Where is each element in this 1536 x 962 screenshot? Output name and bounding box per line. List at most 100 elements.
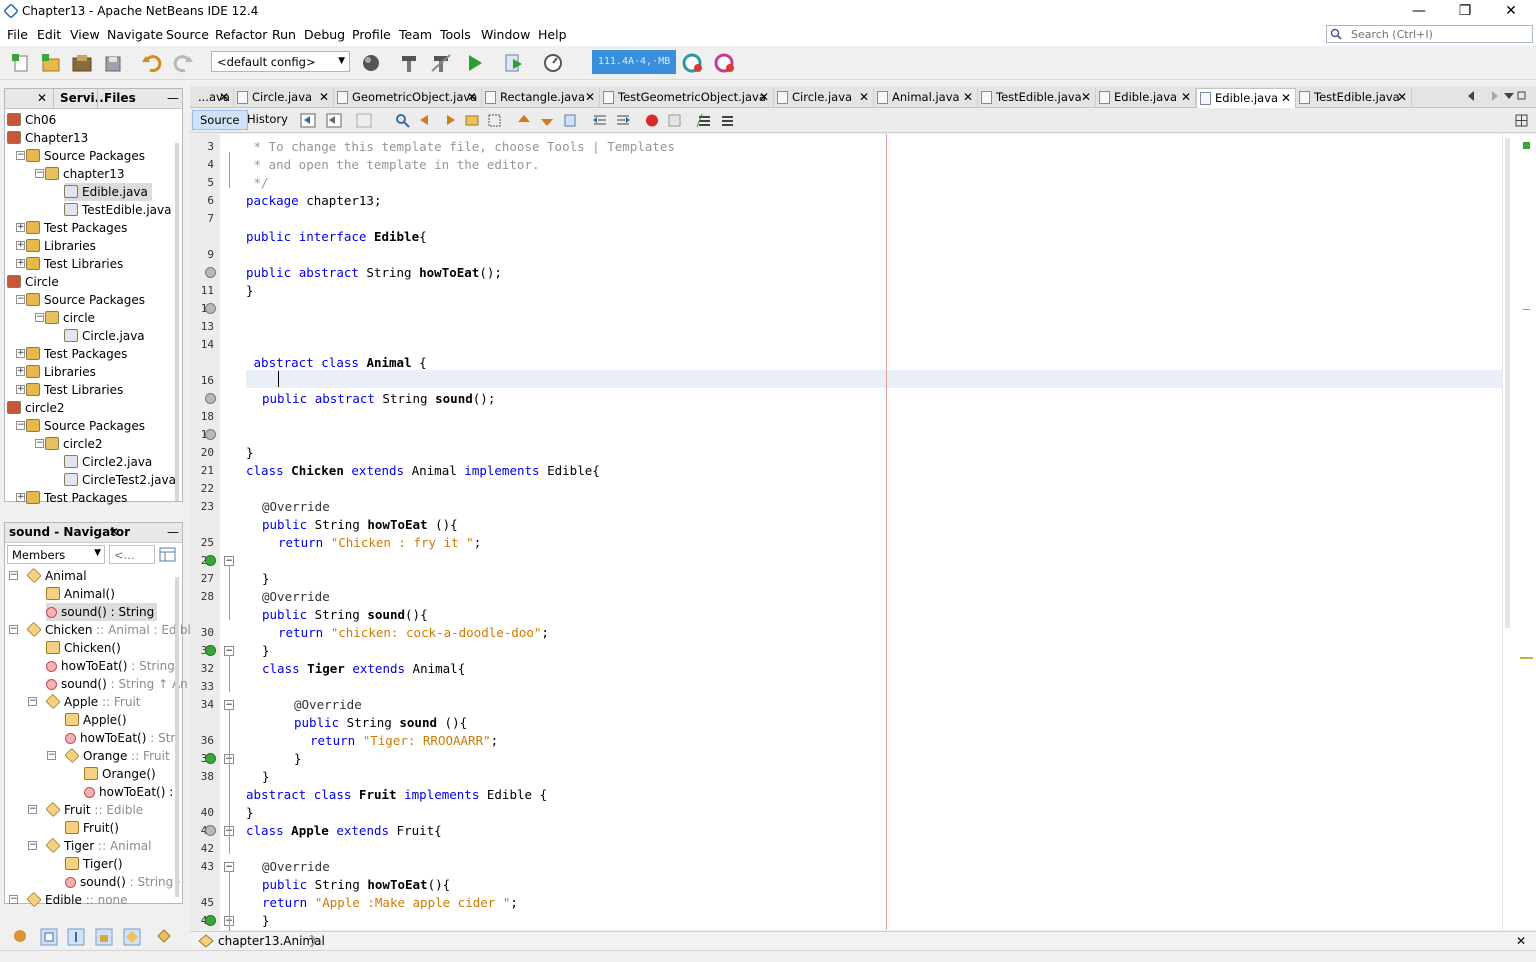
project-tree-item[interactable]: Chapter13 bbox=[7, 129, 88, 147]
navigator-item[interactable]: Orange() bbox=[84, 765, 156, 783]
expand-toggle-icon[interactable]: + bbox=[16, 367, 25, 376]
close-tab-icon[interactable]: ✕ bbox=[219, 88, 229, 106]
clean-build-icon[interactable] bbox=[430, 53, 452, 73]
shift-right-icon[interactable] bbox=[615, 113, 631, 128]
fold-toggle-icon[interactable]: − bbox=[224, 556, 234, 566]
expand-toggle-icon[interactable]: − bbox=[16, 295, 25, 304]
close-tab-icon[interactable]: ✕ bbox=[467, 88, 477, 106]
redo-icon[interactable] bbox=[172, 53, 194, 73]
fold-toggle-icon[interactable]: − bbox=[224, 646, 234, 656]
projects-scrollbar[interactable] bbox=[175, 143, 179, 501]
sort-filter-icon[interactable] bbox=[123, 928, 141, 946]
history-mode-button[interactable]: History bbox=[240, 110, 295, 130]
close-window-button[interactable]: ✕ bbox=[1488, 0, 1534, 24]
expand-toggle-icon[interactable]: − bbox=[9, 625, 18, 634]
editor-tab[interactable]: Edible.java ✕ bbox=[1096, 88, 1196, 108]
expand-toggle-icon[interactable]: − bbox=[28, 697, 37, 706]
profile-icon[interactable] bbox=[542, 53, 564, 73]
editor-tab[interactable]: Animal.java ✕ bbox=[874, 88, 978, 108]
tab-scroll-icons[interactable] bbox=[1466, 90, 1526, 102]
project-tree-item[interactable]: Circle.java bbox=[64, 327, 145, 345]
expand-toggle-icon[interactable]: − bbox=[28, 805, 37, 814]
override-annotation-icon[interactable] bbox=[205, 753, 216, 764]
navigator-item[interactable]: sound() : String ↑ An bbox=[46, 675, 188, 693]
close-tab-icon[interactable]: ✕ bbox=[759, 88, 769, 106]
expand-toggle-icon[interactable]: + bbox=[16, 259, 25, 268]
project-tree-item[interactable]: Test Libraries bbox=[26, 255, 123, 273]
project-tree-item[interactable]: circle2 bbox=[7, 399, 65, 417]
expand-toggle-icon[interactable]: + bbox=[16, 349, 25, 358]
editor-tab[interactable]: Rectangle.java ✕ bbox=[482, 88, 600, 108]
navigator-close-button[interactable]: ✕ bbox=[109, 523, 119, 542]
override-annotation-icon[interactable] bbox=[205, 555, 216, 566]
navigator-item[interactable]: Tiger() bbox=[65, 855, 123, 873]
project-tree-item[interactable]: Circle2.java bbox=[64, 453, 152, 471]
split-editor-icon[interactable] bbox=[1514, 113, 1530, 128]
gc-icon[interactable] bbox=[682, 53, 704, 73]
menu-window[interactable]: Window bbox=[481, 27, 530, 42]
override-annotation-icon[interactable] bbox=[205, 915, 216, 926]
fields-filter-icon[interactable] bbox=[40, 928, 58, 946]
implements-annotation-icon[interactable] bbox=[205, 267, 216, 278]
menu-debug[interactable]: Debug bbox=[304, 27, 345, 42]
debug-icon[interactable] bbox=[503, 53, 525, 73]
navigator-options-icon[interactable] bbox=[159, 546, 176, 563]
class-filter-icon[interactable] bbox=[156, 928, 172, 944]
navigator-item[interactable]: Fruit() bbox=[65, 819, 119, 837]
menu-source[interactable]: Source bbox=[166, 27, 209, 42]
expand-toggle-icon[interactable]: − bbox=[16, 421, 25, 430]
menu-view[interactable]: View bbox=[70, 27, 100, 42]
project-tree-item[interactable]: circle bbox=[45, 309, 95, 327]
project-tree-item[interactable]: Edible.java bbox=[64, 183, 152, 201]
search-box[interactable] bbox=[1326, 25, 1533, 43]
fold-toggle-icon[interactable]: − bbox=[224, 862, 234, 872]
implements-annotation-icon[interactable] bbox=[205, 825, 216, 836]
close-tab-icon[interactable]: ✕ bbox=[319, 88, 329, 106]
editor-scrollbar[interactable] bbox=[1505, 138, 1510, 628]
project-tree-item[interactable]: CircleTest2.java bbox=[64, 471, 176, 489]
inherited-filter-icon[interactable] bbox=[12, 928, 28, 944]
menu-profile[interactable]: Profile bbox=[352, 27, 391, 42]
editor-tab[interactable]: Circle.java ✕ bbox=[234, 88, 334, 108]
last-edit-icon[interactable] bbox=[300, 113, 316, 128]
run-icon[interactable] bbox=[464, 53, 486, 73]
project-tree-item[interactable]: Test Libraries bbox=[26, 381, 123, 399]
projects-minimize-button[interactable]: — bbox=[161, 89, 185, 109]
editor-tab[interactable]: Circle.java ✕ bbox=[774, 88, 874, 108]
navigator-item[interactable]: Animal bbox=[26, 567, 87, 585]
navigator-item[interactable]: Chicken :: Animal : Edible bbox=[26, 621, 198, 639]
navigator-item[interactable]: howToEat() : bbox=[84, 783, 173, 801]
non-public-filter-icon[interactable] bbox=[95, 928, 113, 946]
editor-tab[interactable]: TestEdible.java ✕ bbox=[1296, 88, 1412, 108]
navigator-item[interactable]: Tiger :: Animal bbox=[45, 837, 151, 855]
navigator-item[interactable]: Apple() bbox=[65, 711, 127, 729]
new-project-icon[interactable] bbox=[40, 53, 62, 73]
stop-macro-icon[interactable] bbox=[667, 113, 683, 128]
back-icon[interactable] bbox=[326, 113, 342, 128]
navigator-item[interactable]: Apple :: Fruit bbox=[45, 693, 141, 711]
implements-annotation-icon[interactable] bbox=[205, 429, 216, 440]
close-tab-icon[interactable]: ✕ bbox=[1281, 89, 1291, 107]
navigator-item[interactable]: Chicken() bbox=[46, 639, 121, 657]
project-tree-item[interactable]: Test Packages bbox=[26, 219, 127, 237]
project-tree-item[interactable]: chapter13 bbox=[45, 165, 124, 183]
editor-tab[interactable]: TestEdible.java ✕ bbox=[978, 88, 1096, 108]
static-filter-icon[interactable] bbox=[67, 928, 85, 946]
find-previous-icon[interactable] bbox=[418, 113, 434, 128]
project-tree-item[interactable]: Test Packages bbox=[26, 345, 127, 363]
secondary-filter-select[interactable]: <... bbox=[109, 545, 155, 564]
project-tree-item[interactable]: Source Packages bbox=[26, 147, 145, 165]
search-input[interactable] bbox=[1351, 27, 1529, 41]
build-hammer-icon[interactable] bbox=[398, 53, 420, 73]
find-next-icon[interactable] bbox=[441, 113, 457, 128]
snapshot-icon[interactable] bbox=[714, 53, 736, 73]
navigator-scrollbar[interactable] bbox=[175, 577, 179, 897]
breadcrumb-close-button[interactable]: ✕ bbox=[1516, 932, 1526, 950]
expand-toggle-icon[interactable]: − bbox=[9, 895, 18, 904]
menu-help[interactable]: Help bbox=[538, 27, 567, 42]
minimize-button[interactable]: — bbox=[1396, 0, 1442, 24]
navigator-item[interactable]: sound() : String bbox=[46, 603, 158, 621]
editor-tab[interactable]: ...ava ✕ bbox=[192, 88, 234, 108]
find-icon[interactable] bbox=[395, 113, 411, 128]
close-tab-icon[interactable]: ✕ bbox=[1397, 88, 1407, 106]
